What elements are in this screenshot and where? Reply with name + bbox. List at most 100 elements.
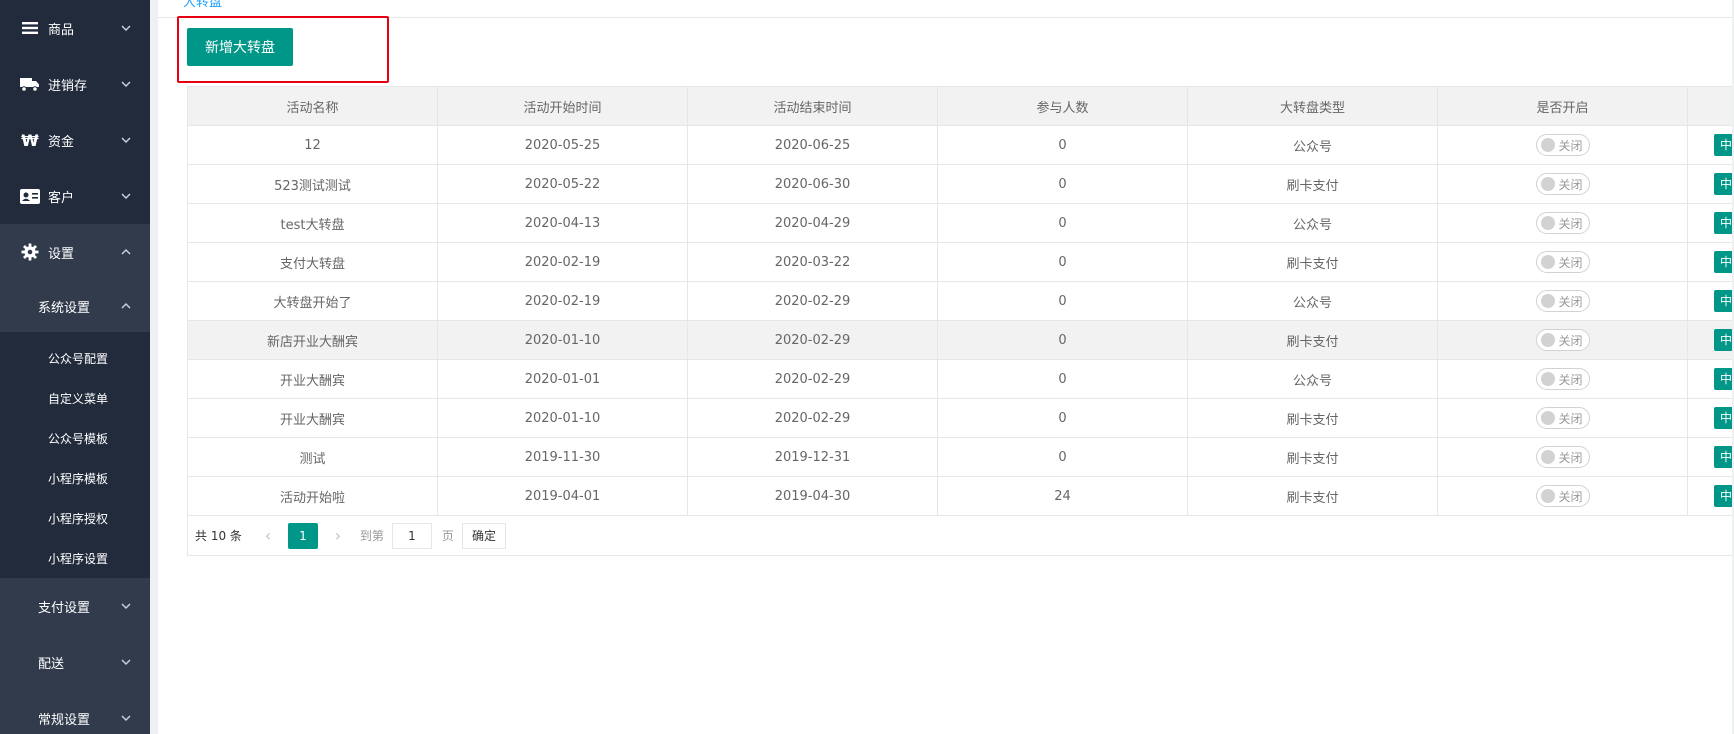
sidebar-item-mini-program-auth[interactable]: 小程序授权 xyxy=(0,498,150,538)
sidebar-item-mini-program-settings[interactable]: 小程序设置 xyxy=(0,538,150,578)
enable-toggle[interactable]: 关闭 xyxy=(1535,134,1590,156)
chevron-up-icon xyxy=(121,303,131,309)
cell-enabled: 关闭 xyxy=(1437,164,1688,204)
list-icon xyxy=(20,19,40,37)
app-root: 商品 进销存 ₩ 资金 客户 设置 系统设置 公众号配置 自定义菜单 公众号模板… xyxy=(0,0,1734,734)
cell-participants: 0 xyxy=(937,281,1188,321)
toggle-label: 关闭 xyxy=(1558,294,1583,309)
cell-end-time: 2020-02-29 xyxy=(687,281,938,321)
cell-actions: 中奖 xyxy=(1687,476,1734,516)
sidebar-item-mini-program-template[interactable]: 小程序模板 xyxy=(0,458,150,498)
total-count: 共 10 条 xyxy=(195,529,242,543)
enable-toggle[interactable]: 关闭 xyxy=(1535,407,1590,429)
cell-actions: 中奖 xyxy=(1687,359,1734,399)
enable-toggle[interactable]: 关闭 xyxy=(1535,485,1590,507)
chevron-down-icon xyxy=(121,715,131,721)
enable-toggle[interactable]: 关闭 xyxy=(1535,368,1590,390)
cell-actions: 中奖 xyxy=(1687,164,1734,204)
prev-page-icon[interactable]: ‹ xyxy=(256,526,280,545)
toggle-label: 关闭 xyxy=(1558,450,1583,465)
winners-button[interactable]: 中奖 xyxy=(1714,251,1734,273)
enable-toggle[interactable]: 关闭 xyxy=(1535,446,1590,468)
chevron-up-icon xyxy=(121,249,131,255)
next-page-icon[interactable]: › xyxy=(326,526,350,545)
sidebar-item-label: 系统设置 xyxy=(38,300,91,316)
winners-button[interactable]: 中奖 xyxy=(1714,290,1734,312)
table-row: 测试2019-11-302019-12-310刷卡支付 关闭 中奖 xyxy=(187,437,1734,477)
sidebar-item-customers[interactable]: 客户 xyxy=(0,168,150,224)
page-number-input[interactable] xyxy=(391,522,432,549)
add-lucky-wheel-button[interactable]: 新增大转盘 xyxy=(187,28,293,66)
sidebar-item-label: 配送 xyxy=(38,656,65,672)
sidebar-item-official-account-config[interactable]: 公众号配置 xyxy=(0,338,150,378)
enable-toggle[interactable]: 关闭 xyxy=(1535,212,1590,234)
sidebar-item-goods[interactable]: 商品 xyxy=(0,0,150,56)
page-unit-label: 页 xyxy=(441,529,454,543)
cell-start-time: 2020-01-01 xyxy=(437,359,688,399)
cell-enabled: 关闭 xyxy=(1437,437,1688,477)
sidebar-item-official-account-template[interactable]: 公众号模板 xyxy=(0,418,150,458)
winners-button[interactable]: 中奖 xyxy=(1714,368,1734,390)
cell-participants: 0 xyxy=(937,242,1188,282)
cell-start-time: 2020-04-13 xyxy=(437,203,688,243)
sidebar-item-settings[interactable]: 设置 xyxy=(0,224,150,280)
sidebar-item-general-settings[interactable]: 常规设置 xyxy=(0,690,150,734)
cell-end-time: 2020-02-29 xyxy=(687,320,938,360)
cell-name: 开业大酬宾 xyxy=(187,398,438,438)
winners-button[interactable]: 中奖 xyxy=(1714,134,1734,156)
toggle-knob xyxy=(1540,294,1555,308)
winners-button[interactable]: 中奖 xyxy=(1714,173,1734,195)
sidebar-item-label: 资金 xyxy=(48,134,75,150)
current-page-button[interactable]: 1 xyxy=(287,522,318,549)
confirm-page-button[interactable]: 确定 xyxy=(461,522,506,549)
sidebar-item-inventory[interactable]: 进销存 xyxy=(0,56,150,112)
winners-button[interactable]: 中奖 xyxy=(1714,212,1734,234)
sidebar-item-custom-menu[interactable]: 自定义菜单 xyxy=(0,378,150,418)
sidebar-item-label: 支付设置 xyxy=(38,600,91,616)
cell-actions: 中奖 xyxy=(1687,125,1734,165)
winners-button[interactable]: 中奖 xyxy=(1714,407,1734,429)
column-header-actions xyxy=(1687,86,1734,126)
winners-button[interactable]: 中奖 xyxy=(1714,485,1734,507)
table-header-row: 活动名称 活动开始时间 活动结束时间 参与人数 大转盘类型 是否开启 xyxy=(187,86,1734,126)
cell-start-time: 2020-01-10 xyxy=(437,320,688,360)
sidebar-item-system-settings[interactable]: 系统设置 xyxy=(0,280,150,332)
enable-toggle[interactable]: 关闭 xyxy=(1535,329,1590,351)
cell-end-time: 2020-04-29 xyxy=(687,203,938,243)
cell-enabled: 关闭 xyxy=(1437,476,1688,516)
cell-type: 刷卡支付 xyxy=(1187,242,1438,282)
enable-toggle[interactable]: 关闭 xyxy=(1535,173,1590,195)
breadcrumb-current[interactable]: 大转盘 xyxy=(183,0,222,10)
cell-start-time: 2020-01-10 xyxy=(437,398,688,438)
cell-end-time: 2019-04-30 xyxy=(687,476,938,516)
pagination: 共 10 条 ‹ 1 › 到第 页 确定 xyxy=(187,516,1734,556)
winners-button[interactable]: 中奖 xyxy=(1714,446,1734,468)
cell-type: 公众号 xyxy=(1187,359,1438,399)
chevron-down-icon xyxy=(121,193,131,199)
sidebar-item-label: 商品 xyxy=(48,22,75,38)
breadcrumb: 大转盘 xyxy=(158,0,1734,18)
toggle-knob xyxy=(1540,255,1555,269)
sidebar-item-payment-settings[interactable]: 支付设置 xyxy=(0,578,150,634)
table-row: test大转盘2020-04-132020-04-290公众号 关闭 中奖 xyxy=(187,203,1734,243)
cell-end-time: 2019-12-31 xyxy=(687,437,938,477)
cell-start-time: 2019-11-30 xyxy=(437,437,688,477)
toggle-label: 关闭 xyxy=(1558,411,1583,426)
enable-toggle[interactable]: 关闭 xyxy=(1535,290,1590,312)
cell-actions: 中奖 xyxy=(1687,242,1734,282)
cell-end-time: 2020-06-30 xyxy=(687,164,938,204)
table-body: 122020-05-252020-06-250公众号关闭中奖523测试测试202… xyxy=(187,125,1734,516)
toggle-knob xyxy=(1540,138,1555,152)
chevron-down-icon xyxy=(121,137,131,143)
cell-actions: 中奖 xyxy=(1687,281,1734,321)
table-row: 支付大转盘2020-02-192020-03-220刷卡支付 关闭 中奖 xyxy=(187,242,1734,282)
sidebar-item-delivery[interactable]: 配送 xyxy=(0,634,150,690)
cell-enabled: 关闭 xyxy=(1437,242,1688,282)
cell-type: 刷卡支付 xyxy=(1187,398,1438,438)
sidebar-item-funds[interactable]: ₩ 资金 xyxy=(0,112,150,168)
toggle-knob xyxy=(1540,177,1555,191)
enable-toggle[interactable]: 关闭 xyxy=(1535,251,1590,273)
winners-button[interactable]: 中奖 xyxy=(1714,329,1734,351)
toggle-label: 关闭 xyxy=(1558,216,1583,231)
cell-name: 测试 xyxy=(187,437,438,477)
